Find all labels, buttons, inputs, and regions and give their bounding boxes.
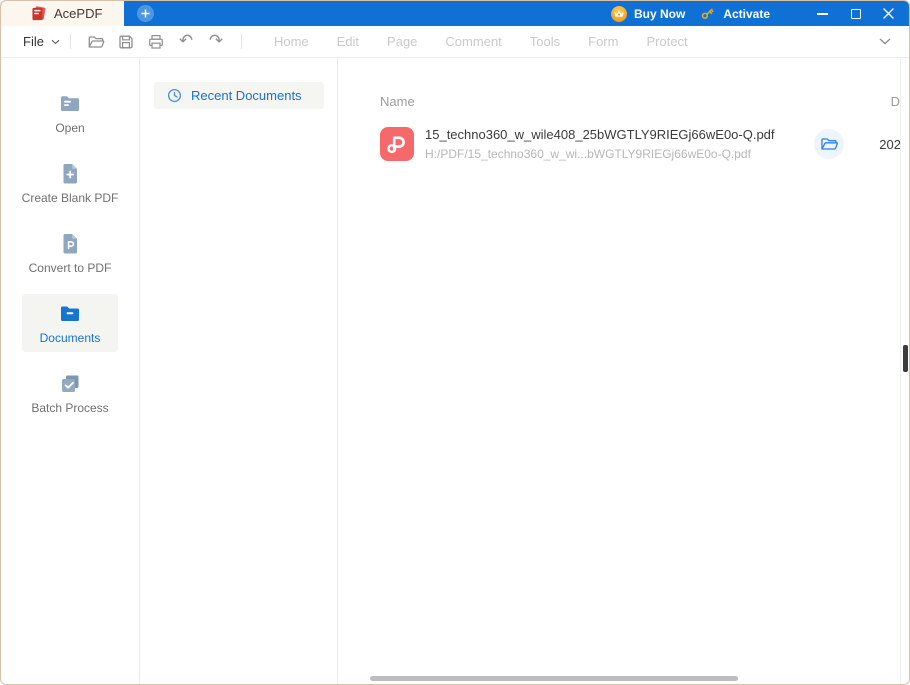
menu-item-home[interactable]: Home — [274, 34, 309, 49]
app-tab[interactable]: AcePDF — [1, 1, 124, 26]
sidebar-item-label: Open — [55, 121, 84, 135]
app-window: AcePDF Buy Now — [0, 0, 910, 685]
clock-icon — [167, 88, 182, 103]
sidebar-item-create-blank-pdf[interactable]: Create Blank PDF — [22, 154, 118, 212]
content-area: Open Create Blank PDF — [1, 58, 909, 685]
close-button[interactable] — [872, 1, 905, 26]
folder-icon — [58, 92, 82, 116]
window-controls — [806, 1, 905, 26]
plus-icon — [141, 9, 150, 18]
file-menu[interactable]: File — [23, 34, 60, 49]
vertical-scrollbar-track[interactable] — [900, 58, 909, 685]
file-list-panel: Name D 15_techno360_w_wile408_25bWGTLY9R… — [338, 58, 909, 685]
buy-now-button[interactable]: Buy Now — [611, 6, 685, 22]
file-row[interactable]: 15_techno360_w_wile408_25bWGTLY9RIEGj66w… — [338, 124, 901, 172]
print-button[interactable] — [142, 30, 170, 54]
menubar: File — [1, 26, 909, 58]
activate-button[interactable]: Activate — [699, 5, 770, 22]
chevron-down-icon — [879, 38, 891, 45]
acepdf-logo-icon — [30, 5, 47, 22]
column-header-date[interactable]: D — [891, 94, 900, 109]
new-tab-button[interactable] — [137, 5, 154, 22]
open-folder-icon — [87, 33, 105, 51]
tab-title: AcePDF — [54, 6, 102, 21]
file-p-icon — [58, 232, 82, 256]
key-icon — [699, 5, 716, 22]
undo-icon: ↶ — [179, 33, 193, 50]
chevron-down-icon — [51, 39, 60, 45]
menu-items: Home Edit Page Comment Tools Form Protec… — [260, 34, 702, 49]
activate-label: Activate — [723, 7, 770, 21]
open-file-location-button[interactable] — [814, 129, 844, 159]
buy-now-label: Buy Now — [634, 7, 685, 21]
sidebar-item-label: Create Blank PDF — [22, 191, 119, 205]
file-plus-icon — [58, 162, 82, 186]
menu-item-comment[interactable]: Comment — [445, 34, 501, 49]
file-text: 15_techno360_w_wile408_25bWGTLY9RIEGj66w… — [425, 127, 775, 161]
file-date: 202 — [879, 137, 901, 152]
documents-panel: Recent Documents — [140, 58, 338, 685]
checkbox-check-icon — [58, 372, 82, 396]
close-icon — [883, 8, 894, 19]
folder-open-icon — [819, 134, 839, 154]
crown-icon — [611, 6, 627, 22]
vertical-scrollbar-thumb[interactable] — [903, 345, 908, 372]
sidebar-item-documents[interactable]: Documents — [22, 294, 118, 352]
redo-icon: ↷ — [209, 33, 223, 50]
pdf-file-icon — [380, 127, 414, 161]
printer-icon — [147, 33, 165, 51]
undo-button[interactable]: ↶ — [172, 30, 200, 54]
sidebar-item-open[interactable]: Open — [22, 84, 118, 142]
save-icon — [117, 33, 135, 51]
minimize-button[interactable] — [806, 1, 839, 26]
menu-item-form[interactable]: Form — [588, 34, 618, 49]
sidebar-item-label: Convert to PDF — [29, 261, 112, 275]
sidebar: Open Create Blank PDF — [1, 58, 140, 685]
column-header-name[interactable]: Name — [380, 94, 415, 109]
menu-item-edit[interactable]: Edit — [337, 34, 359, 49]
menu-item-protect[interactable]: Protect — [646, 34, 687, 49]
sidebar-item-label: Documents — [40, 331, 101, 345]
open-file-button[interactable] — [82, 30, 110, 54]
sidebar-item-batch-process[interactable]: Batch Process — [22, 364, 118, 422]
sidebar-item-label: Batch Process — [31, 401, 108, 415]
menu-item-page[interactable]: Page — [387, 34, 417, 49]
toolbar-collapse-button[interactable] — [879, 38, 891, 45]
file-path: H:/PDF/15_techno360_w_wi...bWGTLY9RIEGj6… — [425, 147, 775, 161]
recent-documents-item[interactable]: Recent Documents — [154, 82, 324, 109]
minimize-icon — [817, 13, 828, 15]
titlebar: AcePDF Buy Now — [1, 1, 909, 26]
toolbar-divider — [241, 34, 242, 49]
toolbar-divider — [70, 34, 71, 49]
maximize-button[interactable] — [839, 1, 872, 26]
redo-button[interactable]: ↷ — [202, 30, 230, 54]
horizontal-scrollbar[interactable] — [370, 676, 738, 681]
save-button[interactable] — [112, 30, 140, 54]
sidebar-item-convert-to-pdf[interactable]: Convert to PDF — [22, 224, 118, 282]
menu-item-tools[interactable]: Tools — [530, 34, 560, 49]
file-menu-label: File — [23, 34, 44, 49]
recent-documents-label: Recent Documents — [191, 88, 302, 103]
maximize-icon — [851, 9, 861, 19]
folder-filled-icon — [58, 302, 82, 326]
file-name: 15_techno360_w_wile408_25bWGTLY9RIEGj66w… — [425, 127, 775, 142]
